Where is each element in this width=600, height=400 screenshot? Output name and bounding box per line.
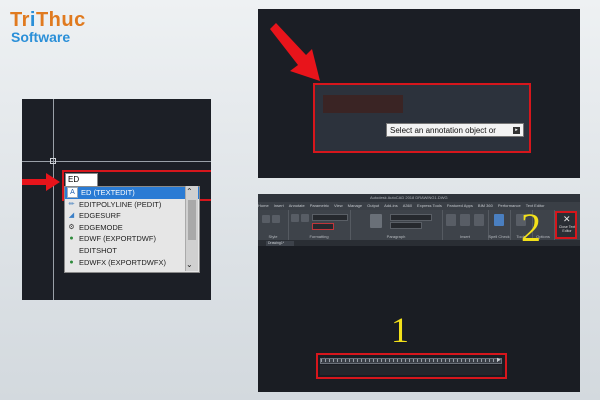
group-spell-check: Spell Check [488,210,511,240]
autocomplete-panel: ED A ED (TEXTEDIT) ✏ EDITPOLYLINE (PEDIT… [22,99,211,300]
globe-icon: ● [69,258,74,266]
red-arrow-icon [22,173,60,191]
edge-surface-icon: ◢ [68,212,75,220]
tab-home[interactable]: Home [258,203,269,208]
globe-icon: ● [69,235,74,243]
mtext-input-box[interactable] [320,365,502,375]
bullets-field[interactable] [390,214,432,221]
tab-drawing1[interactable]: Drawing1* [266,241,294,246]
suggestion-item[interactable]: ⚙ EDGEMODE [65,222,199,234]
text-edit-icon: A [67,187,78,199]
step-marker-2: 2 [521,205,541,250]
suggestion-item[interactable]: ● EDWF (EXPORTDWF) [65,233,199,245]
tab-insert[interactable]: Insert [274,203,284,208]
field-icon[interactable] [474,214,484,226]
tab-manage[interactable]: Manage [348,203,362,208]
chevron-down-icon[interactable]: ⌄ [186,260,193,269]
italic-icon[interactable] [301,214,309,222]
style-icon[interactable] [272,215,280,223]
font-field[interactable] [312,214,348,221]
crosshair-vertical [53,99,54,300]
command-tooltip: Select an annotation object or ▸ [386,123,524,137]
group-insert: Insert [442,210,489,240]
tab-bim360[interactable]: BIM 360 [478,203,493,208]
pickbox [50,158,56,164]
tab-featured[interactable]: Featured Apps [447,203,473,208]
trithuc-logo: TriThuc Software [10,9,86,45]
scrollbar[interactable] [185,186,198,271]
text-editor-panel: Autodesk AutoCAD 2018 DRAWING1.DWG Home I… [258,194,580,392]
suggestion-list[interactable]: A ED (TEXTEDIT) ✏ EDITPOLYLINE (PEDIT) ◢… [64,186,200,273]
gear-icon: ⚙ [68,223,75,231]
close-text-editor-button[interactable]: ✕ Close Text Editor [555,211,577,239]
options-icon[interactable]: ▸ [513,127,520,134]
command-history [323,95,403,113]
line-spacing-field[interactable] [390,222,422,229]
annotation-prompt-panel: Select an annotation object or ▸ [258,9,580,178]
red-arrow-icon [270,23,320,81]
tab-view[interactable]: View [334,203,343,208]
tab-addins[interactable]: Add-ins [384,203,398,208]
color-field[interactable] [312,223,334,230]
justification-icon[interactable] [370,214,382,228]
symbol-icon[interactable] [460,214,470,226]
suggestion-item[interactable]: A ED (TEXTEDIT) [65,187,199,199]
close-icon: ✕ [563,214,571,224]
suggestion-item[interactable]: ● EDWFX (EXPORTDWFX) [65,257,199,269]
suggestion-item[interactable]: ✏ EDITPOLYLINE (PEDIT) [65,199,199,211]
group-style: Style [258,210,289,240]
spell-check-icon[interactable] [494,214,504,226]
tab-a360[interactable]: A360 [403,203,412,208]
tab-express[interactable]: Express Tools [417,203,442,208]
suggestion-item[interactable]: EDITSHOT [65,245,199,257]
bold-icon[interactable] [291,214,299,222]
group-paragraph: Paragraph [350,210,443,240]
columns-icon[interactable] [446,214,456,226]
tab-performance[interactable]: Performance [498,203,521,208]
tab-annotate[interactable]: Annotate [289,203,305,208]
command-input[interactable]: ED [65,173,98,187]
style-icon[interactable] [262,215,270,223]
step-marker-1: 1 [391,310,409,350]
right-arrow-icon[interactable]: ▶ [497,357,501,363]
suggestion-item[interactable]: ◢ EDGESURF [65,210,199,222]
polyline-icon: ✏ [68,200,75,208]
text-ruler[interactable] [320,358,502,364]
group-formatting: Formatting [288,210,351,240]
title-bar: Autodesk AutoCAD 2018 DRAWING1.DWG [258,194,580,202]
chevron-up-icon[interactable]: ⌃ [186,187,193,196]
tab-output[interactable]: Output [367,203,379,208]
tab-parametric[interactable]: Parametric [310,203,329,208]
